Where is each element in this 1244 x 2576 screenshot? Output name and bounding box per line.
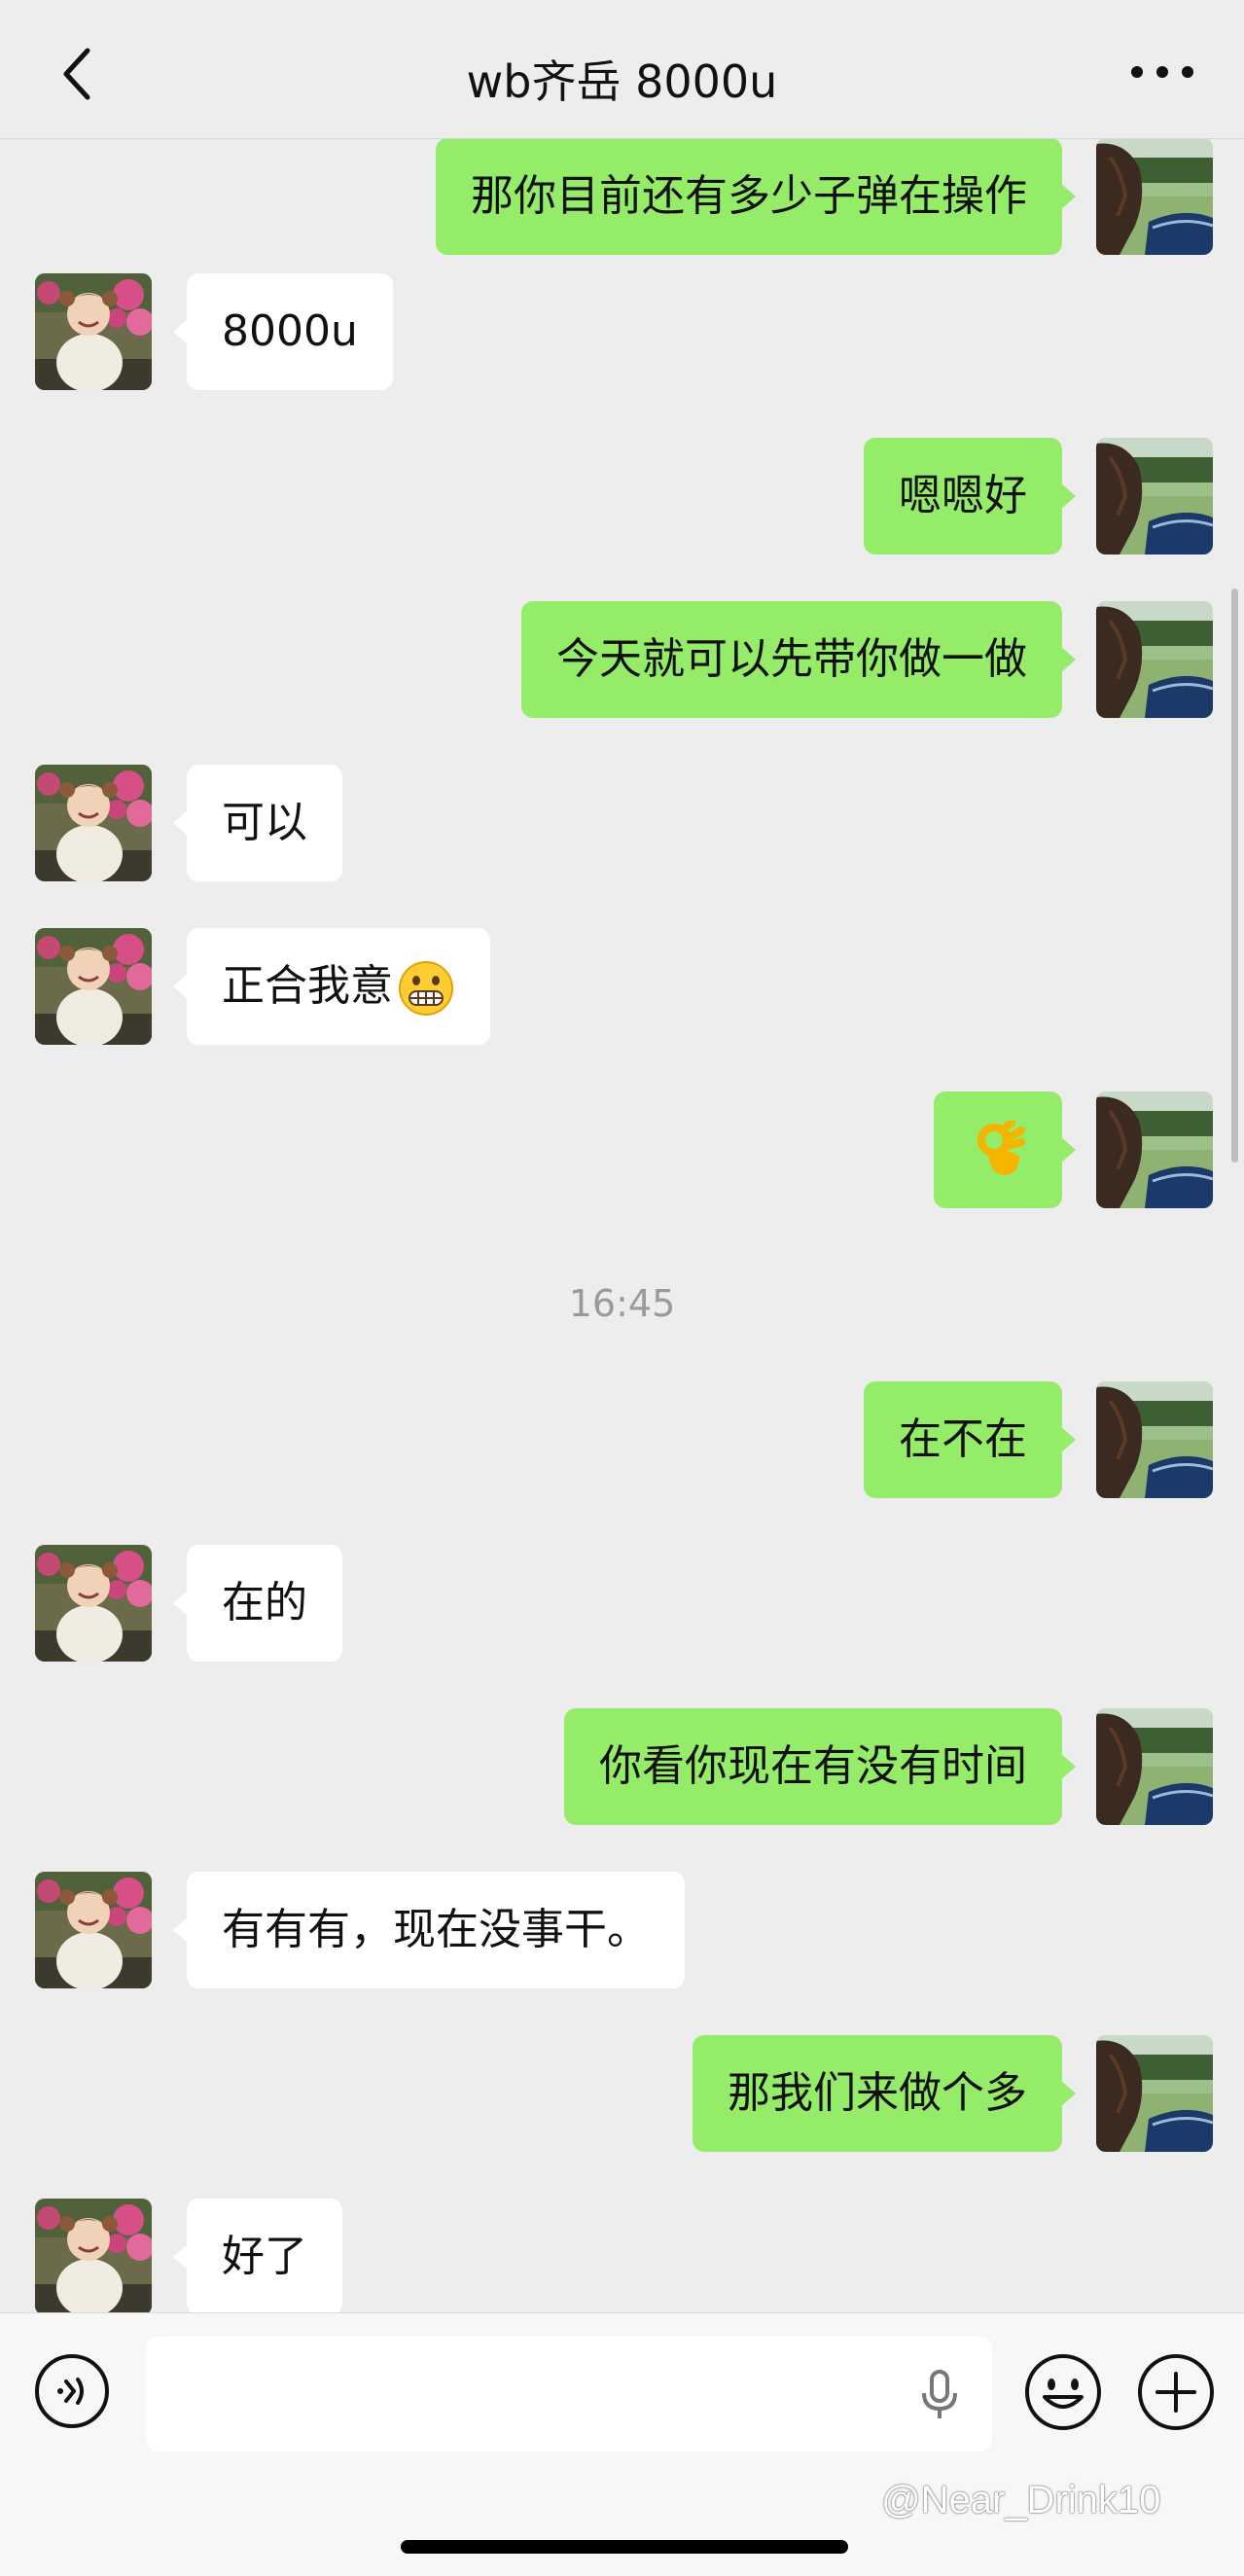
sent-message-bubble[interactable]: 在不在: [864, 1381, 1076, 1498]
my-avatar[interactable]: [1096, 1708, 1213, 1825]
contact-avatar[interactable]: [35, 1545, 152, 1662]
emoji-icon[interactable]: [1023, 2352, 1103, 2432]
my-avatar[interactable]: [1096, 601, 1213, 718]
received-message-bubble[interactable]: 可以: [173, 765, 342, 881]
chat-header: wb齐岳 8000u: [0, 0, 1244, 139]
my-avatar[interactable]: [1096, 138, 1213, 255]
contact-avatar[interactable]: [35, 928, 152, 1045]
my-avatar[interactable]: [1096, 2035, 1213, 2152]
sent-message-bubble[interactable]: 那你目前还有多少子弹在操作: [436, 138, 1076, 255]
home-indicator: [401, 2540, 848, 2554]
watermark: @Near_Drink10: [881, 2479, 1161, 2522]
message-timestamp: 16:45: [568, 1282, 676, 1325]
plus-icon[interactable]: [1136, 2352, 1216, 2432]
microphone-icon[interactable]: [916, 2368, 963, 2422]
contact-avatar[interactable]: [35, 1872, 152, 1988]
contact-avatar[interactable]: [35, 2199, 152, 2312]
sent-message-bubble[interactable]: 你看你现在有没有时间: [564, 1708, 1076, 1825]
my-avatar[interactable]: [1096, 1381, 1213, 1498]
more-icon[interactable]: [1127, 56, 1197, 88]
received-message-bubble[interactable]: 好了: [173, 2199, 342, 2312]
received-message-bubble[interactable]: 8000u: [173, 273, 393, 390]
message-input[interactable]: [146, 2337, 992, 2451]
received-message-bubble[interactable]: 正合我意: [173, 928, 490, 1045]
sent-message-bubble[interactable]: 那我们来做个多: [693, 2035, 1076, 2152]
scrollbar[interactable]: [1231, 589, 1238, 1163]
input-toolbar: @Near_Drink10: [0, 2312, 1244, 2576]
my-avatar[interactable]: [1096, 1091, 1213, 1208]
contact-avatar[interactable]: [35, 765, 152, 881]
grimacing-face-icon: [399, 961, 453, 1016]
sent-message-bubble[interactable]: 今天就可以先带你做一做: [521, 601, 1076, 718]
voice-icon[interactable]: [33, 2352, 111, 2430]
contact-avatar[interactable]: [35, 273, 152, 390]
chat-message-list[interactable]: 那你目前还有多少子弹在操作 8000u 嗯嗯好 今天就可以先带你做一做 可以 正…: [0, 138, 1244, 2312]
received-message-bubble[interactable]: 有有有，现在没事干。: [173, 1872, 685, 1988]
received-message-bubble[interactable]: 在的: [173, 1545, 342, 1662]
message-text: 正合我意: [222, 961, 393, 1011]
sent-message-bubble[interactable]: 嗯嗯好: [864, 438, 1076, 555]
sent-message-bubble[interactable]: [934, 1091, 1076, 1208]
chat-title: wb齐岳 8000u: [466, 55, 778, 108]
ok-hand-icon: [977, 1121, 1025, 1175]
my-avatar[interactable]: [1096, 438, 1213, 555]
